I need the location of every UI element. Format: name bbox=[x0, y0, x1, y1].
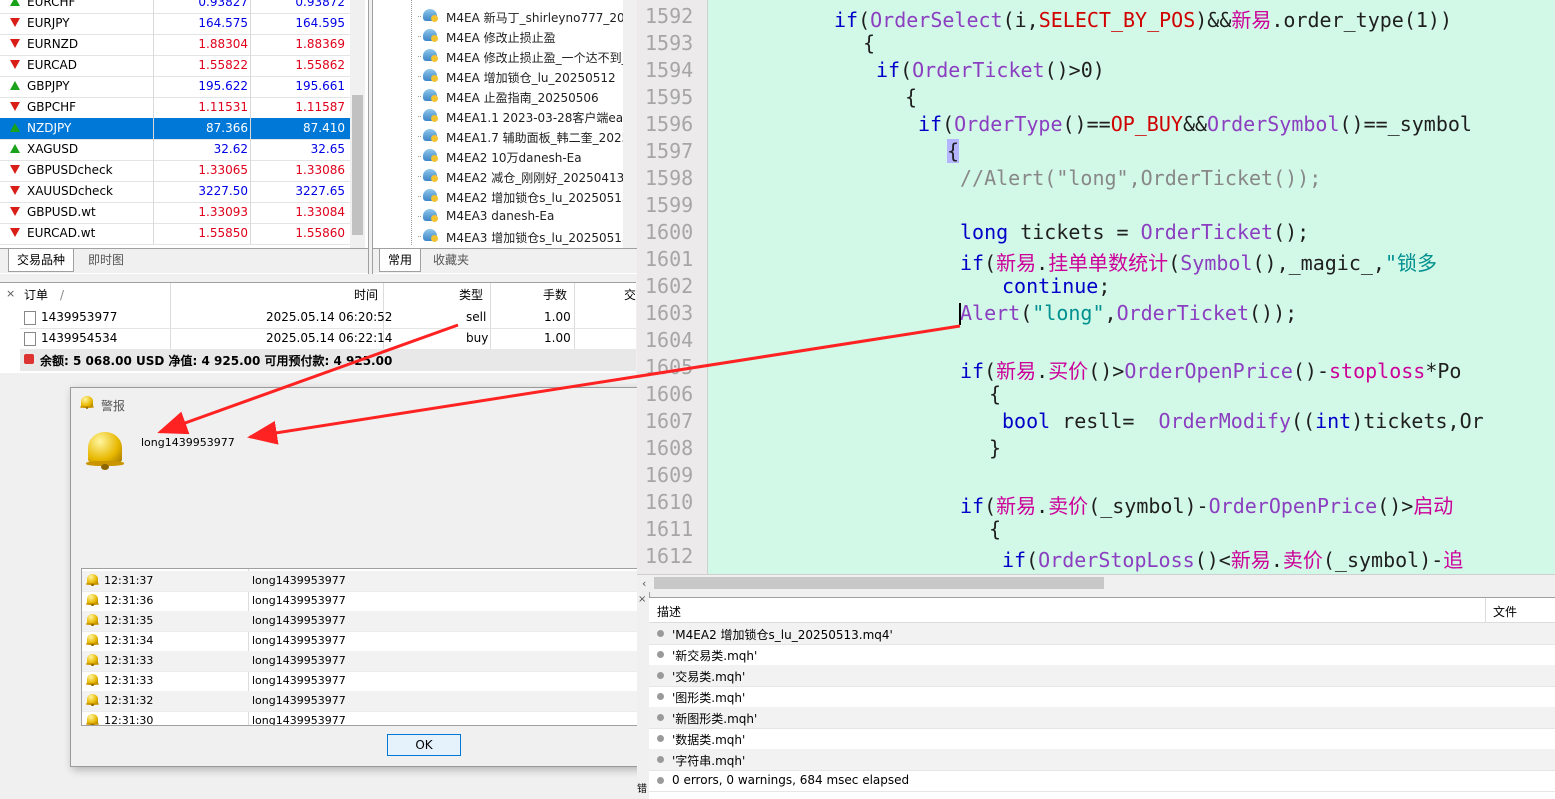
arrow-sell-to-alert bbox=[157, 323, 459, 435]
annotation-arrows bbox=[157, 323, 961, 445]
arrow-code-to-alert bbox=[247, 324, 961, 445]
